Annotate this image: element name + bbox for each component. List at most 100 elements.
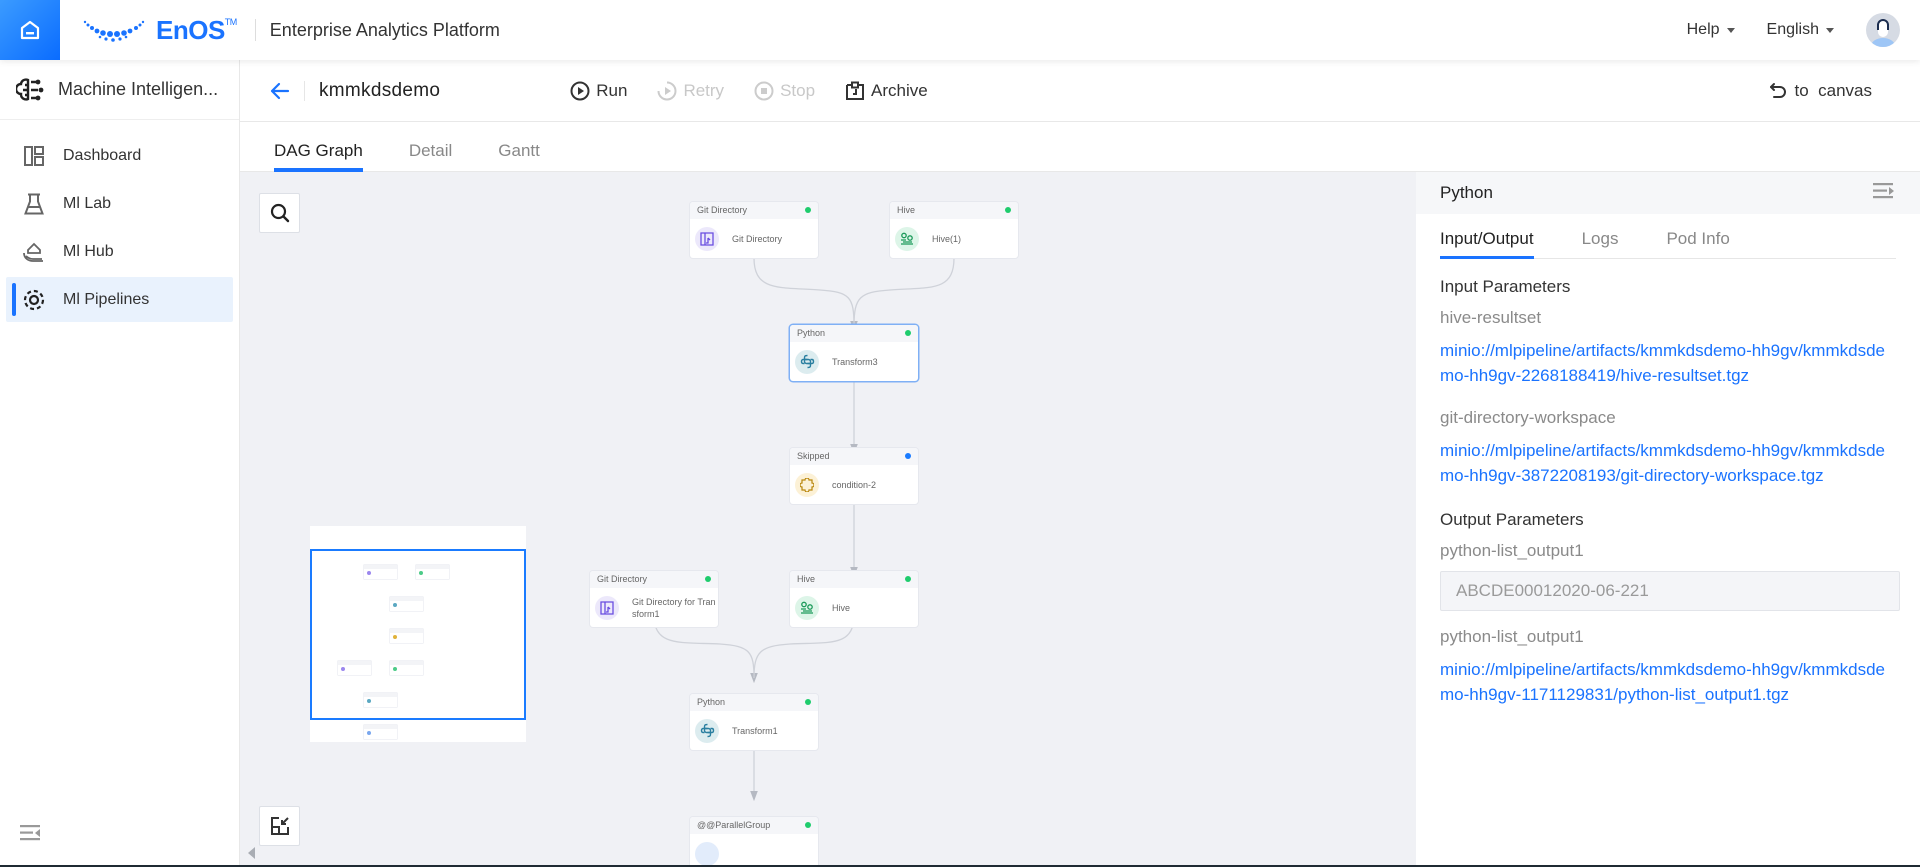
tab-pod-info[interactable]: Pod Info xyxy=(1666,229,1729,258)
app-title: Machine Intelligen... xyxy=(58,79,219,99)
tab-dag-graph[interactable]: DAG Graph xyxy=(274,141,363,172)
node-type: Python xyxy=(790,325,918,342)
run-label: Run xyxy=(596,80,628,100)
python-icon xyxy=(795,349,819,374)
dag-node-pg[interactable]: @@ParallelGroup xyxy=(690,817,818,867)
sidebar-item-ml-pipelines[interactable]: Ml Pipelines xyxy=(6,277,233,322)
play-circle-icon xyxy=(570,81,590,100)
run-button[interactable]: Run xyxy=(570,81,627,101)
collapse-panel-icon xyxy=(1873,182,1894,198)
retry-button[interactable]: Retry xyxy=(657,81,724,101)
dag-node-git1[interactable]: Git Directory Git Directory xyxy=(690,202,818,258)
sidebar-item-dashboard[interactable]: Dashboard xyxy=(6,133,233,178)
node-label: Hive(1) xyxy=(932,233,962,244)
scroll-left-arrow[interactable] xyxy=(248,847,255,859)
param-name: hive-resultset xyxy=(1440,308,1542,327)
caret-down-icon xyxy=(1726,27,1735,33)
help-dropdown[interactable]: Help xyxy=(1687,21,1735,39)
search-icon xyxy=(270,203,289,223)
node-type-label: Git Directory xyxy=(697,205,748,215)
tab-detail[interactable]: Detail xyxy=(409,141,452,171)
param-link[interactable]: minio://mlpipeline/artifacts/kmmkdsdemo-… xyxy=(1440,338,1896,388)
language-dropdown[interactable]: English xyxy=(1767,21,1834,39)
logo-dots-icon xyxy=(83,20,145,42)
collapse-panel-button[interactable] xyxy=(1873,182,1895,205)
node-label: condition-2 xyxy=(832,479,877,490)
hive-icon xyxy=(895,226,919,251)
dag-canvas[interactable]: Git Directory Git Directory Hive Hive(1) Pyt… xyxy=(240,172,1416,867)
user-avatar[interactable] xyxy=(1866,13,1900,47)
node-label: Git Directory for Transform1 xyxy=(632,596,716,619)
undo-icon xyxy=(1769,82,1786,98)
dag-node-git2[interactable]: Git Directory Git Directory for Transform… xyxy=(590,571,718,627)
input-parameters-title: Input Parameters xyxy=(1440,277,1571,296)
sidebar-item-label: Dashboard xyxy=(63,146,142,164)
dag-node-hive2[interactable]: Hive Hive xyxy=(790,571,918,627)
node-type: Git Directory xyxy=(590,571,718,588)
node-type-label: Python xyxy=(797,328,826,338)
node-type: Git Directory xyxy=(690,202,818,219)
archive-icon xyxy=(846,81,865,100)
stop-circle-icon xyxy=(754,81,774,100)
brand-name: EnOSTM xyxy=(156,14,237,45)
to-canvas-button[interactable]: to canvas xyxy=(1769,81,1872,101)
minimap-viewport[interactable] xyxy=(310,549,526,720)
dag-node-py1[interactable]: Python Transform1 xyxy=(690,694,818,750)
condition-icon xyxy=(795,472,819,497)
python-icon xyxy=(695,718,719,743)
sidebar-item-ml-lab[interactable]: Ml Lab xyxy=(6,181,233,226)
canvas-search-button[interactable] xyxy=(259,193,300,233)
sidebar-item-label: Ml Lab xyxy=(63,194,112,212)
node-type-label: Hive xyxy=(897,205,916,215)
panel-header: Python xyxy=(1416,172,1920,214)
tab-input-output[interactable]: Input/Output xyxy=(1440,229,1534,259)
output-parameters-title: Output Parameters xyxy=(1440,510,1584,529)
node-type: Skipped xyxy=(790,448,918,465)
content-area: Git Directory Git Directory Hive Hive(1) Pyt… xyxy=(240,172,1920,867)
retry-label: Retry xyxy=(683,80,725,100)
hub-icon xyxy=(23,242,43,262)
node-type: Hive xyxy=(890,202,1018,219)
toolbar: kmmkdsdemo Run Retry Stop Archive to can… xyxy=(240,60,1920,122)
hive-icon xyxy=(795,595,819,620)
node-type-label: Hive xyxy=(797,574,816,584)
param-link[interactable]: minio://mlpipeline/artifacts/kmmkdsdemo-… xyxy=(1440,438,1896,488)
dag-node-py3[interactable]: Python Transform3 xyxy=(790,325,918,381)
dag-node-hive1[interactable]: Hive Hive(1) xyxy=(890,202,1018,258)
dag-edges xyxy=(653,257,955,802)
param-link[interactable]: minio://mlpipeline/artifacts/kmmkdsdemo-… xyxy=(1440,657,1896,707)
parallel-group-icon xyxy=(695,841,719,866)
status-dot xyxy=(905,576,911,582)
home-button[interactable] xyxy=(0,0,60,60)
edge-git1-py3 xyxy=(753,257,858,332)
node-label: Git Directory xyxy=(732,233,783,244)
dag-node-cond[interactable]: Skipped condition-2 xyxy=(790,448,918,504)
archive-button[interactable]: Archive xyxy=(845,81,928,101)
retry-icon xyxy=(657,81,677,100)
node-type-label: Skipped xyxy=(797,451,830,461)
sidebar-nav: Dashboard Ml Lab Ml Hub Ml Pipelines xyxy=(0,120,239,322)
enos-logo: EnOSTM xyxy=(82,15,237,46)
fit-view-button[interactable] xyxy=(259,806,300,846)
tab-gantt[interactable]: Gantt xyxy=(498,141,540,171)
output-value-field[interactable] xyxy=(1440,571,1900,611)
stop-button[interactable]: Stop xyxy=(754,81,815,101)
machine-intelligence-icon xyxy=(16,77,44,101)
main-area: kmmkdsdemo Run Retry Stop Archive to can… xyxy=(240,60,1920,867)
view-tabs: DAG Graph Detail Gantt xyxy=(240,122,1920,172)
platform-title: Enterprise Analytics Platform xyxy=(269,19,500,40)
sidebar-header: Machine Intelligen... xyxy=(0,60,239,120)
node-type: @@ParallelGroup xyxy=(690,817,818,834)
collapse-sidebar-button[interactable] xyxy=(20,824,42,847)
back-button[interactable] xyxy=(270,82,290,100)
minimap[interactable] xyxy=(310,526,526,742)
caret-down-icon xyxy=(1826,27,1834,33)
panel-tabs: Input/Output Logs Pod Info xyxy=(1440,214,1896,259)
git-directory-icon xyxy=(695,226,719,251)
home-icon xyxy=(20,20,40,40)
param-name: python-list_output1 xyxy=(1440,627,1584,646)
tab-logs[interactable]: Logs xyxy=(1582,229,1619,258)
status-dot xyxy=(805,822,811,828)
param-name: python-list_output1 xyxy=(1440,541,1584,560)
sidebar-item-ml-hub[interactable]: Ml Hub xyxy=(6,229,233,274)
